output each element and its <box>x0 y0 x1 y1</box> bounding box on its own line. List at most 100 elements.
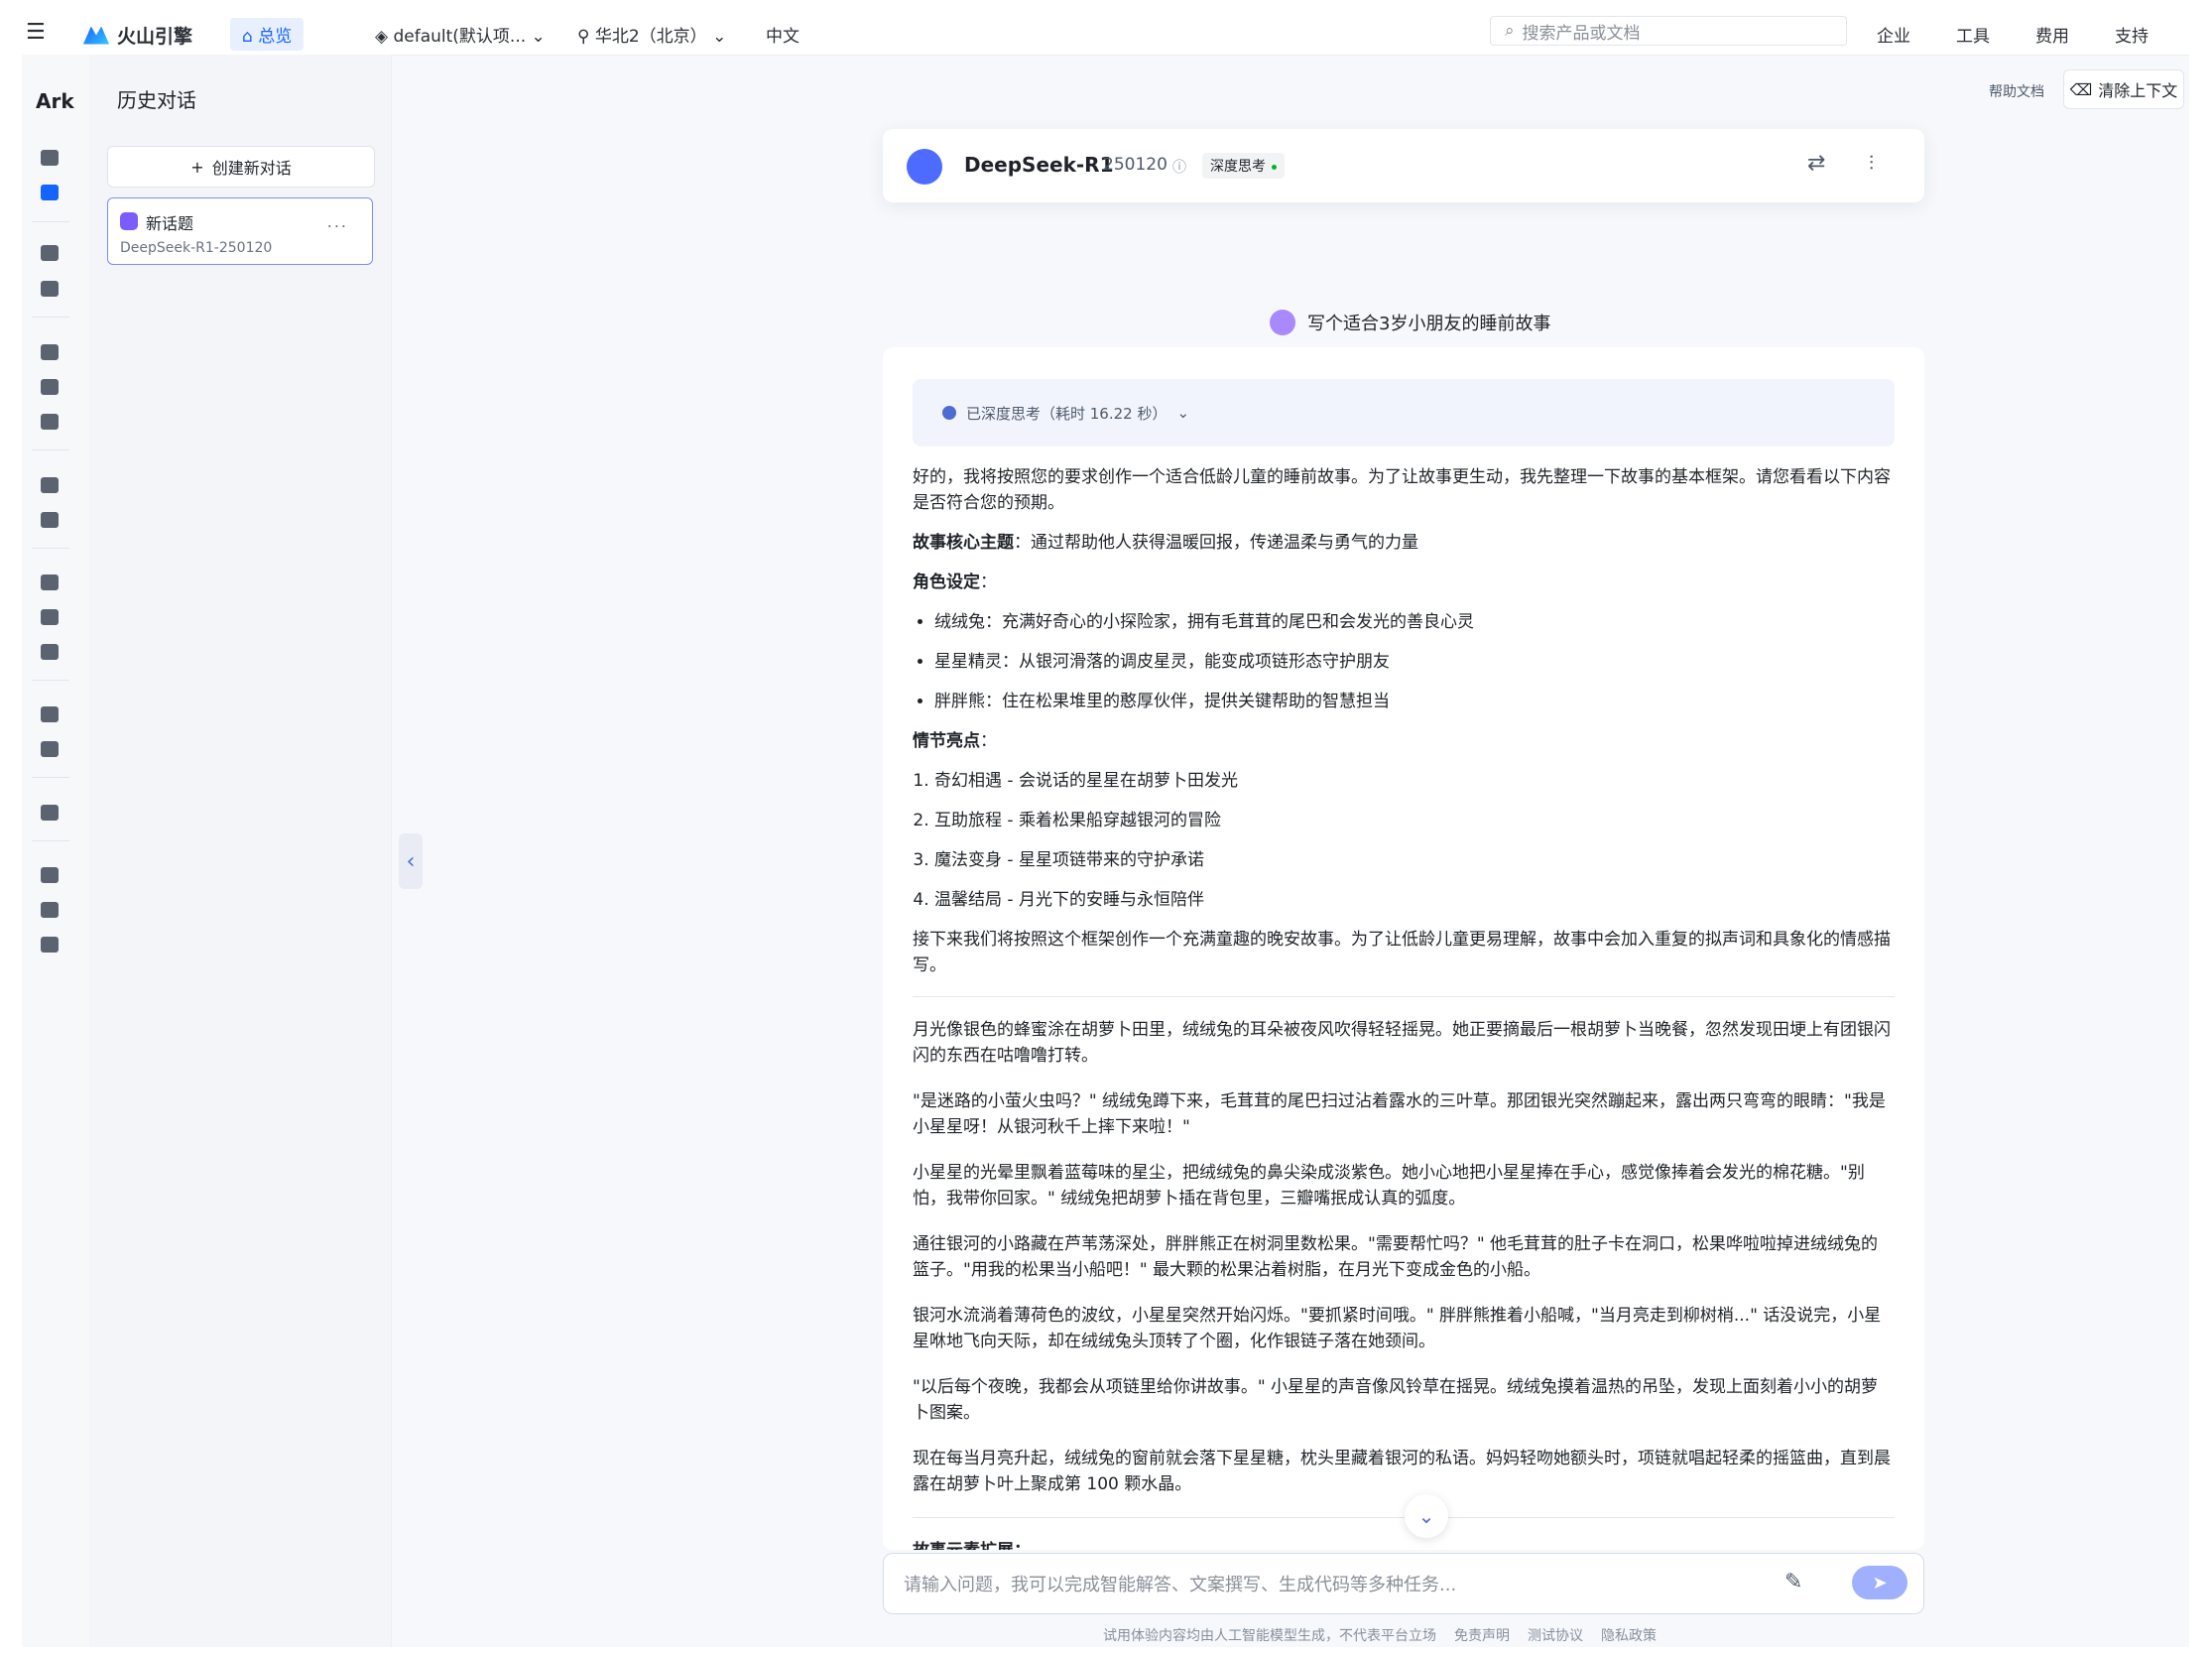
chat-bubble-icon <box>120 212 138 230</box>
clear-context-label: 清除上下文 <box>2098 81 2178 100</box>
menu-icon[interactable]: ☰ <box>26 20 46 45</box>
bulb-icon[interactable] <box>38 146 61 170</box>
theme-label: 故事核心主题 <box>913 533 1014 553</box>
region-label: 华北2（北京） <box>594 27 707 47</box>
info-icon[interactable]: ⓘ <box>1172 157 1186 177</box>
plot-heading: 情节亮点： <box>913 728 1895 754</box>
switch-model-icon[interactable]: ⇄ <box>1807 151 1825 176</box>
list-item: 胖胖熊：住在松果堆里的憨厚伙伴，提供关键帮助的智慧担当 <box>934 689 1895 714</box>
magic-wand-icon[interactable]: ✎ <box>1784 1570 1802 1594</box>
brand-logo[interactable]: 火山引擎 <box>83 22 192 49</box>
rail-divider <box>32 777 69 778</box>
deep-think-badge[interactable]: 深度思考 <box>1202 153 1285 179</box>
chat-composer: ✎ ➤ <box>883 1553 1924 1614</box>
home-nav[interactable]: ⌂ 总览 <box>230 18 305 51</box>
theme-text: ：通过帮助他人获得温暖回报，传递温柔与勇气的力量 <box>1014 533 1418 553</box>
rail-divider <box>32 680 69 681</box>
broom-icon: ⌫ <box>2069 79 2093 99</box>
list-item: 星星精灵：从银河滑落的调皮星灵，能变成项链形态守护朋友 <box>934 649 1895 675</box>
model-name: DeepSeek-R1 <box>964 153 1114 177</box>
send-icon: ➤ <box>1872 1572 1888 1593</box>
send-button[interactable]: ➤ <box>1852 1566 1907 1599</box>
chart-icon[interactable] <box>38 473 61 497</box>
server-icon[interactable] <box>38 737 61 761</box>
deep-think-label: 深度思考 <box>1210 159 1266 175</box>
region-selector[interactable]: ⚲ 华北2（北京） ⌄ <box>577 22 726 47</box>
shield-icon[interactable] <box>38 898 61 922</box>
clear-context-button[interactable]: ⌫ 清除上下文 <box>2063 69 2184 109</box>
settings-sliders-icon[interactable]: ⫶ <box>1869 151 1874 175</box>
answer-body: 好的，我将按照您的要求创作一个适合低龄儿童的睡前故事。为了让故事更生动，我先整理… <box>883 446 1924 1550</box>
footer: 试用体验内容均由人工智能模型生成，不代表平台立场 免责声明 测试协议 隐私政策 <box>1103 1625 1657 1645</box>
menu-enterprise[interactable]: 企业 <box>1877 22 1910 47</box>
message-input[interactable] <box>902 1570 1779 1599</box>
plot-list: 奇幻相遇 - 会说话的星星在胡萝卜田发光 互助旅程 - 乘着松果船穿越银河的冒险… <box>913 768 1895 913</box>
headset-icon[interactable] <box>38 801 61 825</box>
menu-tools[interactable]: 工具 <box>1956 22 1990 47</box>
story-paragraph: "以后每个夜晚，我都会从项链里给你讲故事。" 小星星的声音像风铃草在摇晃。绒绒兔… <box>913 1377 1879 1423</box>
flask-icon[interactable] <box>38 640 61 664</box>
apps-icon[interactable] <box>38 241 61 265</box>
collapse-sidebar-button[interactable]: ‹ <box>399 833 423 889</box>
roles-heading: 角色设定： <box>913 570 1895 595</box>
message-icon[interactable] <box>38 410 61 434</box>
search-placeholder: 搜索产品或文档 <box>1522 23 1641 44</box>
story-extension-heading: 故事元素扩展： <box>913 1538 1895 1550</box>
app-window: ☰ 火山引擎 ⌂ 总览 ◈ default(默认项... ⌄ ⚲ 华北2（北京）… <box>22 10 2189 1647</box>
footer-link-privacy[interactable]: 隐私政策 <box>1601 1625 1657 1645</box>
help-docs-link[interactable]: 帮助文档 <box>1989 81 2044 101</box>
tune-icon[interactable] <box>38 571 61 594</box>
new-chat-button[interactable]: + 创建新对话 <box>107 146 375 188</box>
list-item: 互助旅程 - 乘着松果船穿越银河的冒险 <box>934 808 1895 833</box>
thinking-summary[interactable]: 已深度思考（耗时 16.22 秒） ⌄ <box>913 379 1895 446</box>
scroll-to-bottom-button[interactable]: ⌄ <box>1405 1494 1448 1538</box>
terminal-icon[interactable] <box>38 340 61 364</box>
user-avatar <box>1270 310 1295 335</box>
storage-icon[interactable] <box>38 277 61 301</box>
footer-link-terms[interactable]: 测试协议 <box>1528 1625 1583 1645</box>
roles-list: 绒绒兔：充满好奇心的小探险家，拥有毛茸茸的尾巴和会发光的善良心灵 星星精灵：从银… <box>913 609 1895 714</box>
transition-paragraph: 接下来我们将按照这个框架创作一个充满童趣的晚安故事。为了让低龄儿童更易理解，故事… <box>913 930 1891 975</box>
language-selector[interactable]: 中文 <box>766 22 799 47</box>
footer-link-disclaimer[interactable]: 免责声明 <box>1454 1625 1510 1645</box>
image-icon[interactable] <box>38 375 61 399</box>
rail-divider <box>32 317 69 318</box>
user-message-text: 写个适合3岁小朋友的睡前故事 <box>1307 314 1551 334</box>
plot-colon: ： <box>980 731 997 751</box>
project-selector[interactable]: ◈ default(默认项... ⌄ <box>375 22 546 47</box>
volcano-logo-icon <box>83 26 109 45</box>
assistant-answer: 已深度思考（耗时 16.22 秒） ⌄ 好的，我将按照您的要求创作一个适合低龄儿… <box>883 347 1924 1550</box>
list-item: 绒绒兔：充满好奇心的小探险家，拥有毛茸茸的尾巴和会发光的善良心灵 <box>934 609 1895 635</box>
deepseek-logo-icon <box>907 149 942 185</box>
chevron-down-icon: ⌄ <box>1176 404 1190 422</box>
dashboard-icon[interactable] <box>38 702 61 726</box>
model-card: DeepSeek-R1 250120 ⓘ 深度思考 ⇄ ⫶ <box>883 129 1924 202</box>
history-item[interactable]: 新话题 ... DeepSeek-R1-250120 <box>107 197 373 265</box>
story-body: 月光像银色的蜂蜜涂在胡萝卜田里，绒绒兔的耳朵被夜风吹得轻轻摇晃。她正要摘最后一根… <box>913 1017 1895 1497</box>
rocket-icon[interactable] <box>38 508 61 532</box>
check-circle-icon <box>942 406 956 420</box>
menu-billing[interactable]: 费用 <box>2035 22 2069 47</box>
rail-divider <box>32 548 69 549</box>
history-title: 历史对话 <box>117 88 196 112</box>
divider <box>913 996 1895 997</box>
list-item: 奇幻相遇 - 会说话的星星在胡萝卜田发光 <box>934 768 1895 794</box>
user-message: 写个适合3岁小朋友的睡前故事 <box>1270 310 1550 335</box>
thinking-label: 已深度思考（耗时 16.22 秒） <box>966 404 1167 423</box>
plot-label: 情节亮点 <box>913 731 980 751</box>
history-item-model: DeepSeek-R1-250120 <box>120 240 273 256</box>
search-icon: ⌕ <box>1505 21 1515 41</box>
cube-icon[interactable] <box>38 605 61 629</box>
doc-icon[interactable] <box>38 863 61 887</box>
rail-divider <box>32 840 69 841</box>
story-paragraph: 银河水流淌着薄荷色的波纹，小星星突然开始闪烁。"要抓紧时间哦。" 胖胖熊推着小船… <box>913 1306 1882 1351</box>
more-options-icon[interactable]: ... <box>327 212 348 231</box>
menu-support[interactable]: 支持 <box>2115 22 2149 47</box>
chat-icon[interactable] <box>38 181 61 204</box>
rail-brand: Ark <box>36 89 74 113</box>
rail-divider <box>32 221 69 222</box>
chevron-down-icon: ⌄ <box>1417 1504 1435 1528</box>
global-search[interactable]: ⌕ 搜索产品或文档 <box>1490 16 1847 46</box>
roles-label: 角色设定 <box>913 573 980 592</box>
globe-icon[interactable] <box>38 933 61 956</box>
